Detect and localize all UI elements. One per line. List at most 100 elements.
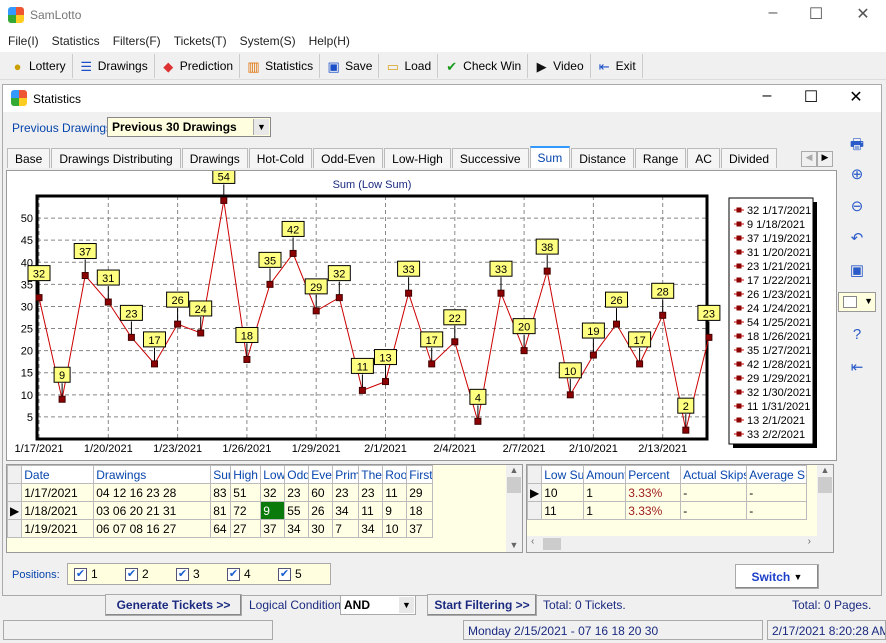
table-cell[interactable]: 37 [260, 519, 286, 538]
low-sum-vscrollbar[interactable]: ▲ [817, 465, 833, 537]
table-cell[interactable]: 26 [308, 501, 334, 520]
position-checkbox-5[interactable]: ✔ 5 [278, 567, 329, 581]
zoom-out-icon[interactable]: ⊖ [845, 197, 869, 215]
checkbox-checked-icon[interactable]: ✔ [125, 567, 138, 581]
table-cell[interactable]: 29 [406, 483, 434, 502]
table-cell[interactable]: 1 [583, 501, 627, 520]
table-cell[interactable]: 10 [541, 483, 585, 502]
menu-item[interactable]: Filters(F) [113, 34, 161, 48]
column-header[interactable]: Sum [210, 465, 232, 484]
table-cell[interactable]: 34 [284, 519, 310, 538]
tab-sum[interactable]: Sum [529, 146, 571, 168]
help-icon[interactable]: ? [845, 326, 869, 343]
toolbar-save-button[interactable]: ▣ Save [320, 54, 380, 78]
tab-scroll-left-button[interactable]: ◀ [801, 151, 817, 167]
tab-low-high[interactable]: Low-High [384, 148, 451, 168]
table-row[interactable]: ▶ 10 1 3.33% - - [526, 483, 808, 502]
table-cell[interactable]: 03 06 20 21 31 [93, 501, 212, 520]
table-cell[interactable]: 1 [583, 483, 627, 502]
table-cell[interactable]: - [746, 501, 808, 520]
checkbox-checked-icon[interactable]: ✔ [278, 567, 291, 581]
toolbar-lottery-button[interactable]: ● Lottery [4, 54, 73, 78]
column-header[interactable]: Actual Skips [680, 465, 748, 484]
table-cell[interactable]: 06 07 08 16 27 [93, 519, 212, 538]
checkbox-checked-icon[interactable]: ✔ [74, 567, 87, 581]
table-cell[interactable]: 32 [260, 483, 286, 502]
table-cell[interactable]: 72 [230, 501, 262, 520]
window-maximize-button[interactable]: ☐ [791, 87, 831, 107]
menu-item[interactable]: Tickets(T) [174, 34, 227, 48]
table-cell[interactable]: 83 [210, 483, 232, 502]
row-selector[interactable] [526, 501, 543, 520]
table-cell[interactable]: 81 [210, 501, 232, 520]
toolbar-drawings-button[interactable]: ☰ Drawings [73, 54, 155, 78]
table-cell[interactable]: 9 [382, 501, 408, 520]
zoom-in-icon[interactable]: ⊕ [845, 165, 869, 183]
row-selector[interactable] [6, 519, 23, 538]
column-header[interactable]: Even [308, 465, 334, 484]
column-header[interactable]: Date [21, 465, 95, 484]
row-selector[interactable]: ▶ [526, 483, 543, 502]
tab-drawings[interactable]: Drawings [181, 148, 248, 168]
save-icon[interactable]: ▣ [845, 261, 869, 279]
toolbar-exit-button[interactable]: ⇤ Exit [591, 54, 643, 78]
maximize-button[interactable]: ☐ [796, 4, 836, 24]
tab-odd-even[interactable]: Odd-Even [313, 148, 384, 168]
tab-successive[interactable]: Successive [451, 148, 529, 168]
print-icon[interactable]: 🖶 [845, 134, 869, 159]
table-cell[interactable]: 23 [358, 483, 384, 502]
table-cell[interactable]: 11 [382, 483, 408, 502]
table-cell[interactable]: 18 [406, 501, 434, 520]
table-cell[interactable]: 37 [406, 519, 434, 538]
table-cell[interactable]: 30 [308, 519, 334, 538]
menu-item[interactable]: File(I) [8, 34, 39, 48]
position-checkbox-4[interactable]: ✔ 4 [227, 567, 278, 581]
generate-tickets-button[interactable]: Generate Tickets >> [105, 594, 242, 616]
table-cell[interactable]: 7 [332, 519, 360, 538]
toolbar-check-win-button[interactable]: ✔ Check Win [438, 54, 529, 78]
menu-item[interactable]: Statistics [52, 34, 100, 48]
table-cell[interactable]: 27 [230, 519, 262, 538]
close-button[interactable]: ✕ [843, 4, 883, 24]
row-selector[interactable] [6, 483, 23, 502]
tab-base[interactable]: Base [7, 148, 51, 168]
chevron-down-icon[interactable]: ▼ [253, 119, 269, 135]
toolbar-statistics-button[interactable]: ▥ Statistics [240, 54, 321, 78]
tab-ac[interactable]: AC [687, 148, 720, 168]
switch-button[interactable]: Switch ▼ [735, 564, 819, 589]
column-header[interactable]: High [230, 465, 262, 484]
start-filtering-button[interactable]: Start Filtering >> [427, 594, 537, 616]
tab-divided[interactable]: Divided [720, 148, 777, 168]
undo-icon[interactable]: ↶ [845, 229, 869, 247]
table-row[interactable]: ▶ 1/18/2021 03 06 20 21 31 81 72 9 55 26 34 11 9 18 [6, 501, 434, 520]
table-cell[interactable]: 10 [382, 519, 408, 538]
table-cell[interactable]: 34 [358, 519, 384, 538]
column-header[interactable]: Low Sum [541, 465, 585, 484]
column-header[interactable]: Root [382, 465, 408, 484]
tab-drawings-distributing[interactable]: Drawings Distributing [51, 148, 181, 168]
tab-hot-cold[interactable]: Hot-Cold [248, 148, 313, 168]
table-cell[interactable]: 51 [230, 483, 262, 502]
table-cell[interactable]: 1/18/2021 [21, 501, 95, 520]
table-cell[interactable]: 60 [308, 483, 334, 502]
column-header[interactable]: Drawings [93, 465, 212, 484]
checkbox-checked-icon[interactable]: ✔ [227, 567, 240, 581]
table-cell[interactable]: 55 [284, 501, 310, 520]
table-row[interactable]: 1/17/2021 04 12 16 23 28 83 51 32 23 60 23 23 11 2… [6, 483, 434, 502]
table-cell[interactable]: 64 [210, 519, 232, 538]
column-header[interactable]: The U [358, 465, 384, 484]
table-cell[interactable]: 3.33% [625, 483, 682, 502]
table-cell[interactable]: 11 [541, 501, 585, 520]
table-cell[interactable]: 04 12 16 23 28 [93, 483, 212, 502]
column-header[interactable]: Average S [746, 465, 808, 484]
position-checkbox-3[interactable]: ✔ 3 [176, 567, 227, 581]
column-header[interactable]: Amount [583, 465, 627, 484]
column-header[interactable]: First [406, 465, 434, 484]
window-close-button[interactable]: ✕ [836, 87, 876, 107]
table-cell[interactable]: - [680, 501, 748, 520]
toolbar-prediction-button[interactable]: ◆ Prediction [155, 54, 241, 78]
window-minimize-button[interactable]: – [747, 87, 787, 105]
column-header[interactable]: Prime [332, 465, 360, 484]
drawings-table-scrollbar[interactable]: ▲ ▼ [506, 465, 522, 552]
tab-range[interactable]: Range [634, 148, 687, 168]
